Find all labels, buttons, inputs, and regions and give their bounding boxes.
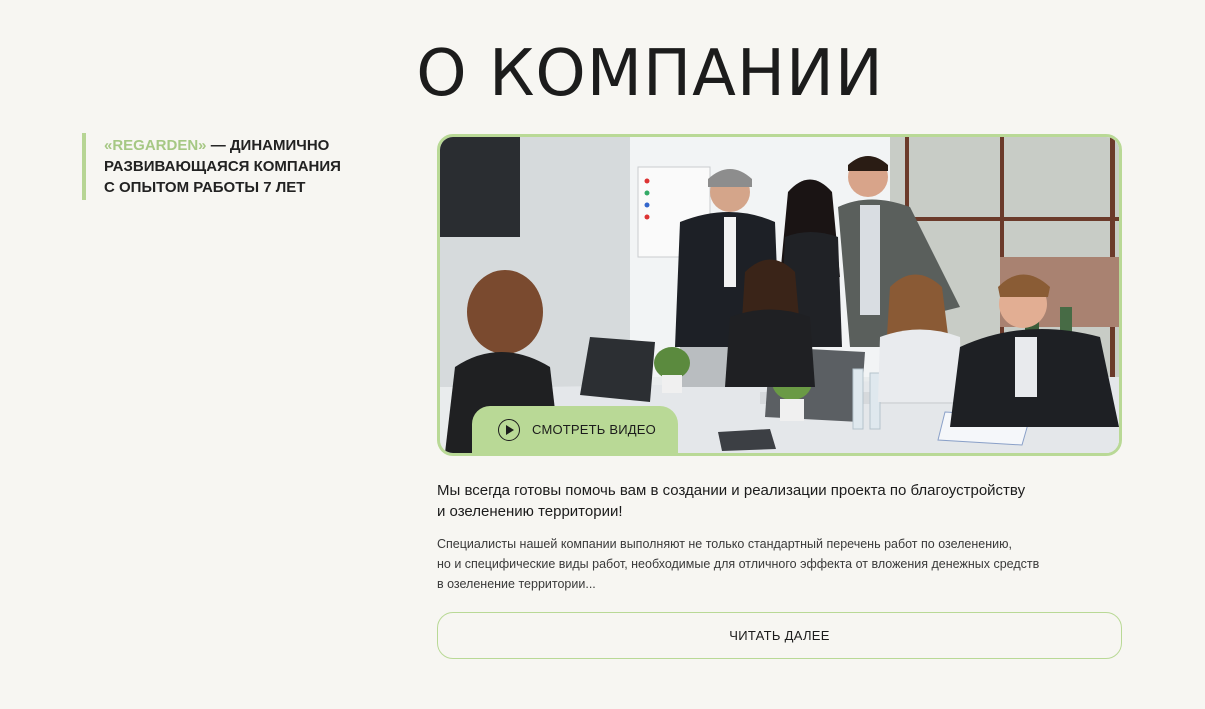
description-line-2: но и специфические виды работ, необходим… bbox=[437, 557, 1040, 571]
play-icon bbox=[498, 418, 520, 441]
description-line-1: Специалисты нашей компании выполняют не … bbox=[437, 537, 1012, 551]
page-title: О КОМПАНИИ bbox=[416, 37, 884, 111]
lead-text: Мы всегда готовы помочь вам в создании и… bbox=[437, 480, 1117, 522]
video-card[interactable]: СМОТРЕТЬ ВИДЕО bbox=[437, 134, 1122, 456]
read-more-button[interactable]: ЧИТАТЬ ДАЛЕЕ bbox=[437, 612, 1122, 659]
lead-line-1: Мы всегда готовы помочь вам в создании и… bbox=[437, 482, 1026, 499]
description-line-3: в озеленение территории... bbox=[437, 577, 596, 591]
watch-video-button[interactable]: СМОТРЕТЬ ВИДЕО bbox=[472, 406, 678, 453]
lead-line-2: и озеленению территории! bbox=[437, 503, 623, 520]
description-text: Специалисты нашей компании выполняют не … bbox=[437, 534, 1117, 594]
tagline-text-1: — ДИНАМИЧНО bbox=[206, 137, 330, 154]
brand-name: «REGARDEN» bbox=[104, 137, 207, 154]
watch-video-label: СМОТРЕТЬ ВИДЕО bbox=[532, 422, 656, 437]
company-tagline: «REGARDEN» — ДИНАМИЧНО РАЗВИВАЮЩАЯСЯ КОМ… bbox=[82, 133, 394, 200]
tagline-text-2: РАЗВИВАЮЩАЯСЯ КОМПАНИЯ bbox=[104, 158, 341, 175]
tagline-text-3: С ОПЫТОМ РАБОТЫ 7 ЛЕТ bbox=[104, 179, 306, 196]
